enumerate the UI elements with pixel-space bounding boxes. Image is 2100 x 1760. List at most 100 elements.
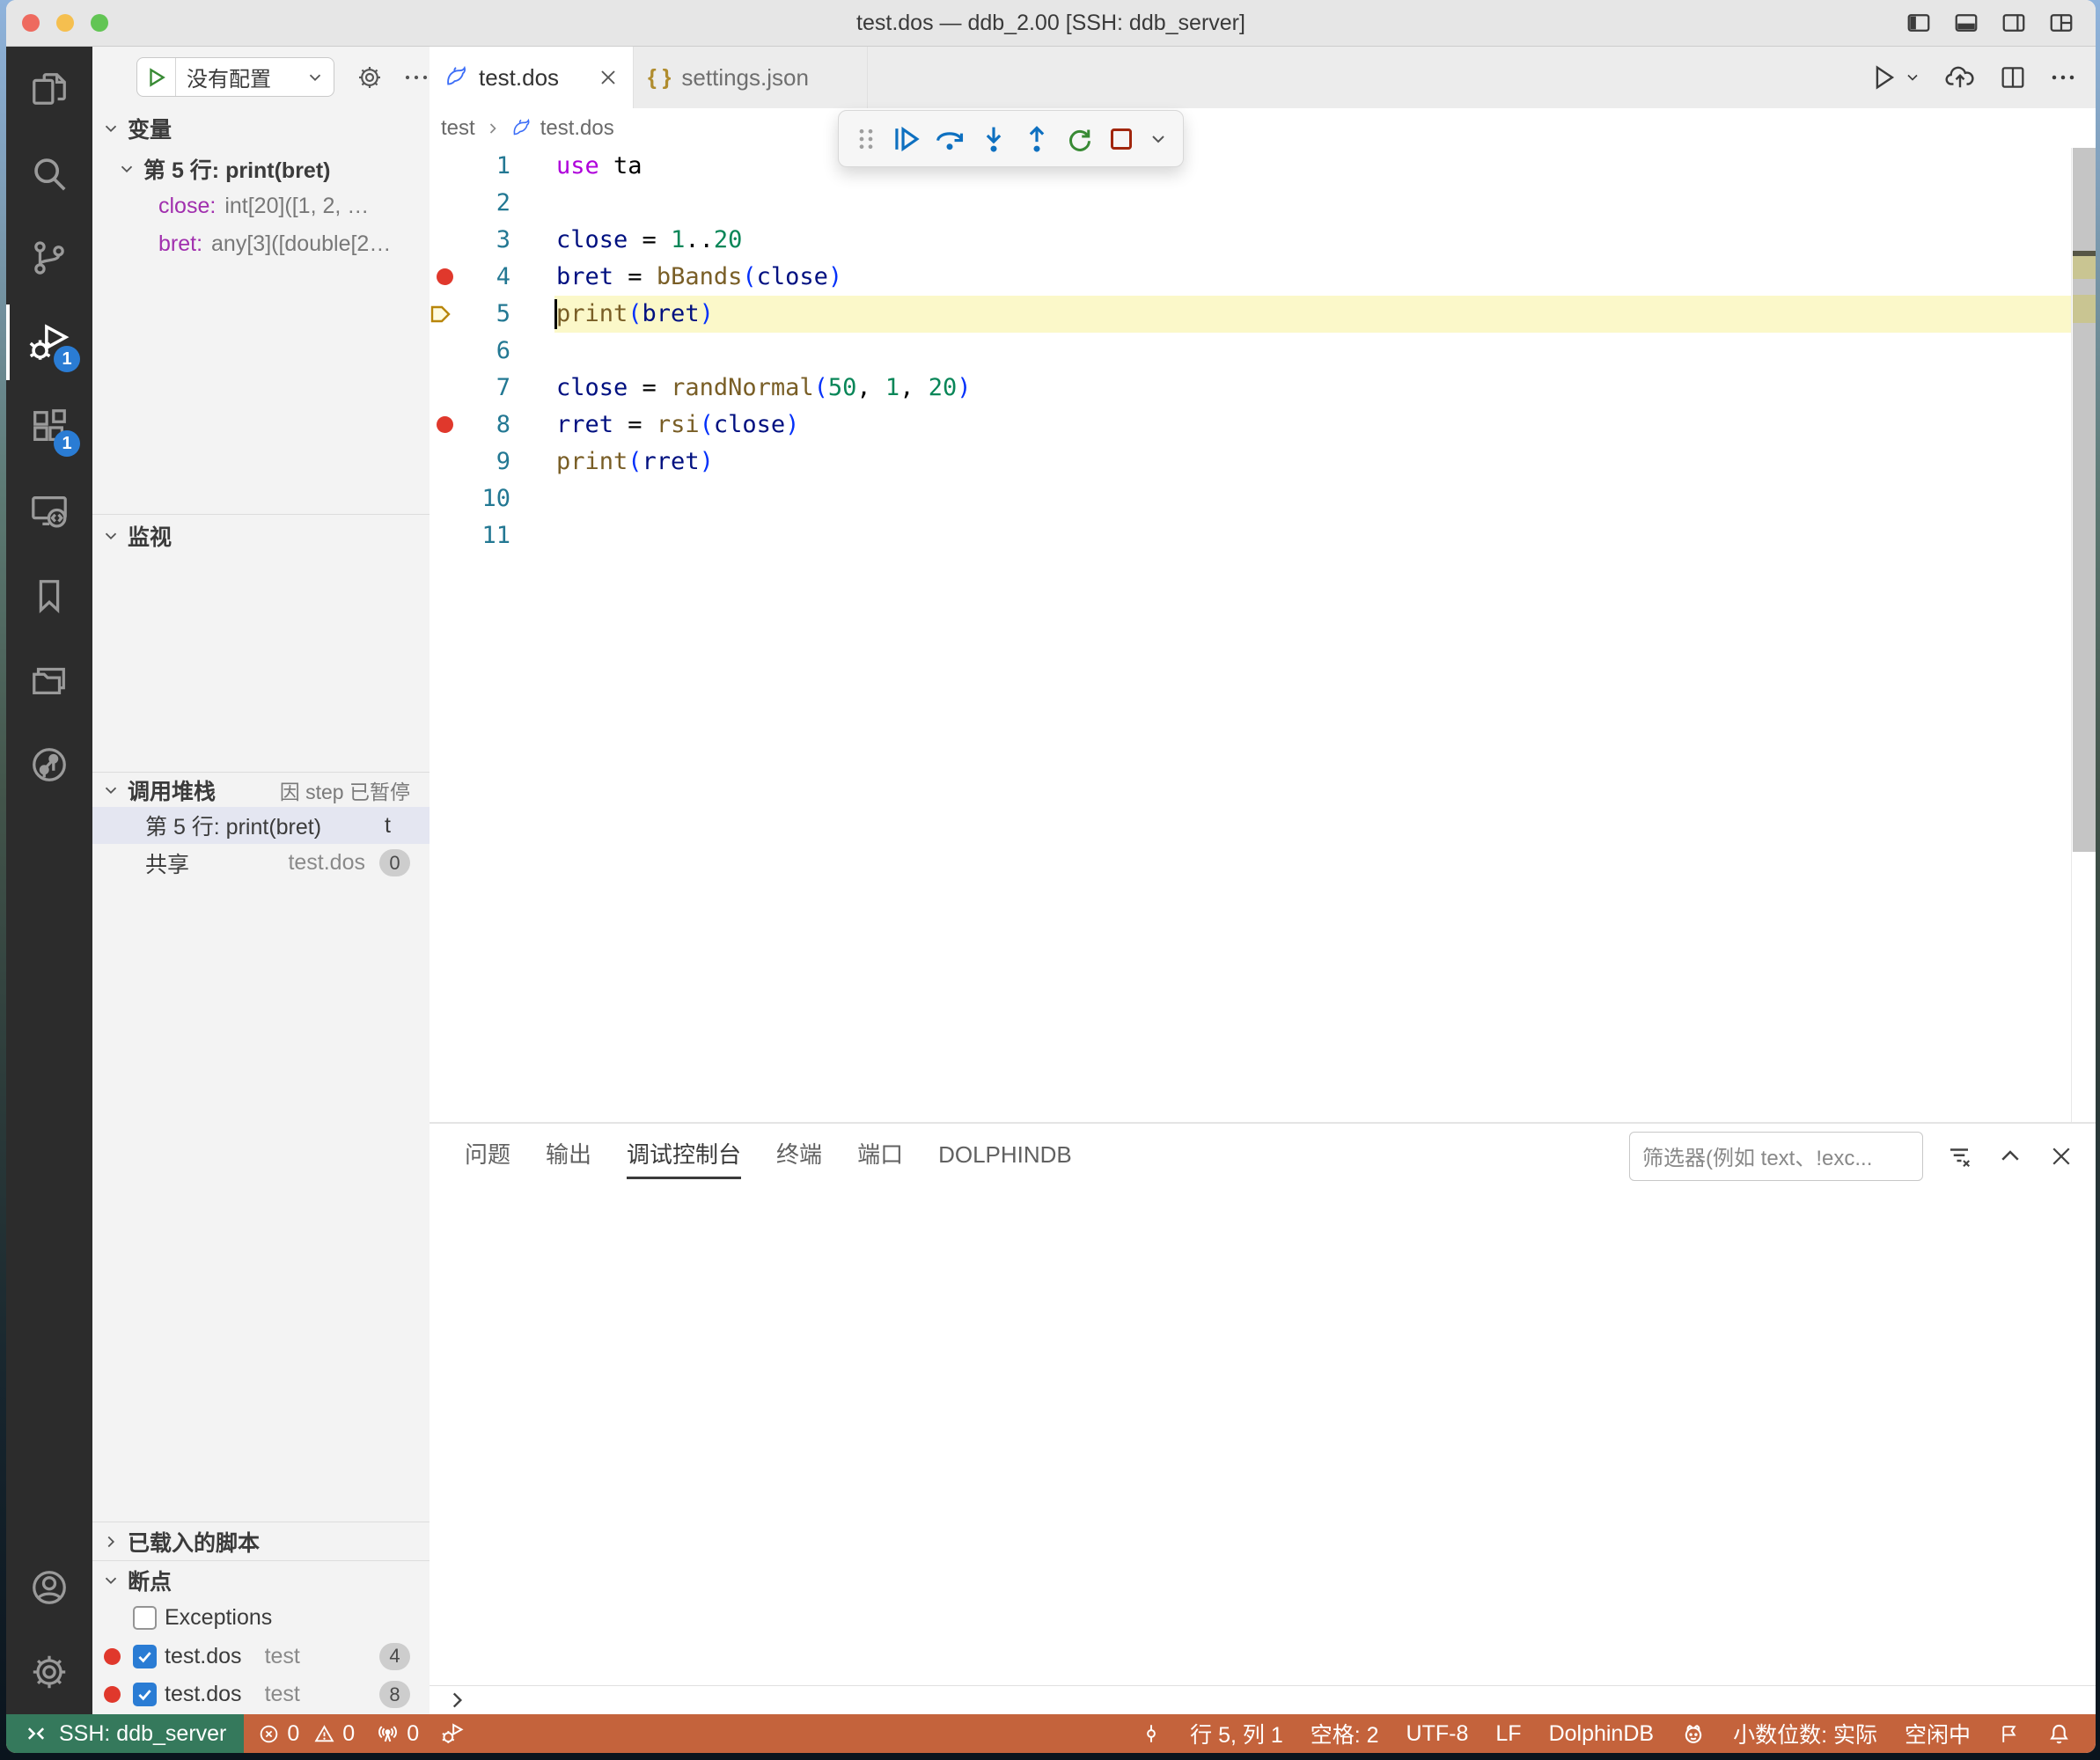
feedback-icon[interactable] [1998, 1723, 2020, 1745]
panel-tab-输出[interactable]: 输出 [546, 1133, 591, 1179]
run-file-button[interactable] [1869, 62, 1921, 92]
remote-indicator[interactable]: SSH: ddb_server [6, 1714, 244, 1753]
step-into-button[interactable] [977, 122, 1010, 156]
breakpoint-row[interactable]: test.dos test 8 [92, 1676, 430, 1713]
variables-scope-row[interactable]: 第 5 行: print(bret) [92, 150, 430, 187]
split-editor-icon[interactable] [1999, 63, 2027, 92]
gutter[interactable] [430, 444, 459, 480]
sidebar-item-folders[interactable] [6, 638, 92, 722]
settings-gear-icon[interactable] [6, 1630, 92, 1714]
gutter[interactable] [430, 333, 459, 370]
ports-status[interactable]: 0 [376, 1721, 419, 1747]
code-line[interactable]: 4bret = bBands(close) [430, 259, 2096, 296]
breakpoint-icon[interactable] [430, 259, 459, 296]
debug-config-dropdown[interactable]: 没有配置 [136, 57, 334, 97]
filter-icon[interactable] [1946, 1143, 1972, 1170]
debug-settings-gear-icon[interactable] [356, 63, 384, 92]
tab-settings-json[interactable]: { } settings.json [634, 47, 868, 108]
encoding[interactable]: UTF-8 [1406, 1721, 1469, 1747]
code-editor[interactable]: 1use ta23close = 1..204bret = bBands(clo… [430, 148, 2096, 1122]
upload-icon[interactable] [1944, 62, 1976, 93]
code-line[interactable]: 9print(rret) [430, 444, 2096, 480]
step-over-button[interactable] [933, 122, 966, 156]
breakpoint-checkbox[interactable] [133, 1683, 157, 1706]
stop-button[interactable] [1105, 123, 1137, 155]
breakpoint-row[interactable]: test.dos test 4 [92, 1637, 430, 1676]
code-line[interactable]: 8rret = rsi(close) [430, 407, 2096, 444]
idle-status[interactable]: 空闲中 [1905, 1718, 1971, 1749]
close-panel-icon[interactable] [2048, 1143, 2074, 1170]
variable-row[interactable]: bret: any[3]([double[2… [92, 225, 430, 263]
step-out-button[interactable] [1020, 122, 1054, 156]
sidebar-item-source-control[interactable] [6, 216, 92, 300]
commit-icon[interactable] [1140, 1722, 1163, 1745]
chevron-down-icon[interactable] [1148, 128, 1169, 150]
eol[interactable]: LF [1495, 1721, 1521, 1747]
section-watch[interactable]: 监视 [92, 514, 430, 556]
breakpoint-icon[interactable] [430, 407, 459, 444]
toggle-panel-icon[interactable] [1953, 10, 1979, 36]
panel-tab-DOLPHINDB[interactable]: DOLPHINDB [938, 1133, 1072, 1179]
sidebar-item-extensions[interactable]: 1 [6, 385, 92, 469]
problems-status[interactable]: 0 0 [258, 1721, 355, 1747]
maximize-window-button[interactable] [91, 14, 108, 32]
section-variables[interactable]: 变量 [92, 107, 430, 150]
customize-layout-icon[interactable] [2048, 10, 2074, 36]
notifications-bell-icon[interactable] [2047, 1722, 2071, 1746]
drag-handle-icon[interactable] [853, 126, 879, 152]
call-stack-thread[interactable]: 共享 test.dos 0 [92, 844, 430, 882]
panel-tab-终端[interactable]: 终端 [776, 1133, 822, 1179]
debug-status-icon[interactable] [440, 1721, 465, 1746]
debug-console-filter-input[interactable]: 筛选器(例如 text、!exc... [1629, 1132, 1923, 1181]
gutter[interactable] [430, 480, 459, 517]
sidebar-item-run-debug[interactable]: 1 [6, 300, 92, 385]
tab-test-dos[interactable]: test.dos [430, 47, 634, 108]
sidebar-item-bookmarks[interactable] [6, 554, 92, 638]
maximize-panel-icon[interactable] [1997, 1143, 2023, 1170]
breadcrumb[interactable]: test test.dos [430, 108, 2096, 148]
close-window-button[interactable] [22, 14, 40, 32]
panel-tab-调试控制台[interactable]: 调试控制台 [627, 1133, 741, 1179]
panel-tab-端口[interactable]: 端口 [857, 1133, 903, 1179]
code-line[interactable]: 2 [430, 185, 2096, 222]
sidebar-item-explorer[interactable] [6, 47, 92, 131]
decimals-setting[interactable]: 小数位数: 实际 [1733, 1718, 1877, 1749]
sidebar-item-network[interactable] [6, 722, 92, 807]
editor-scrollbar[interactable] [2071, 148, 2096, 1122]
accounts-icon[interactable] [6, 1545, 92, 1630]
sidebar-item-search[interactable] [6, 131, 92, 216]
language-mode[interactable]: DolphinDB [1549, 1721, 1655, 1747]
breakpoint-exceptions-row[interactable]: Exceptions [92, 1599, 430, 1637]
code-line[interactable]: 5print(bret) [430, 296, 2096, 333]
current-line-marker-icon[interactable] [430, 296, 459, 333]
more-actions-icon[interactable] [403, 64, 430, 91]
code-line[interactable]: 1use ta [430, 148, 2096, 185]
gutter[interactable] [430, 185, 459, 222]
dolphindb-icon[interactable] [1681, 1721, 1706, 1746]
restart-button[interactable] [1064, 123, 1096, 155]
code-line[interactable]: 7close = randNormal(50, 1, 20) [430, 370, 2096, 407]
code-line[interactable]: 3close = 1..20 [430, 222, 2096, 259]
debug-console-input[interactable] [430, 1685, 2096, 1714]
breakpoint-checkbox[interactable] [133, 1645, 157, 1668]
gutter[interactable] [430, 517, 459, 554]
panel-tab-问题[interactable]: 问题 [465, 1133, 510, 1179]
cursor-position[interactable]: 行 5, 列 1 [1190, 1718, 1283, 1749]
gutter[interactable] [430, 222, 459, 259]
sidebar-item-remote-explorer[interactable] [6, 469, 92, 554]
gutter[interactable] [430, 148, 459, 185]
section-loaded-scripts[interactable]: 已载入的脚本 [92, 1522, 430, 1560]
minimize-window-button[interactable] [56, 14, 74, 32]
code-line[interactable]: 10 [430, 480, 2096, 517]
code-line[interactable]: 6 [430, 333, 2096, 370]
section-breakpoints[interactable]: 断点 [92, 1560, 430, 1599]
continue-button[interactable] [890, 122, 923, 156]
gutter[interactable] [430, 370, 459, 407]
toggle-sidebar-icon[interactable] [1905, 10, 1932, 36]
exceptions-checkbox[interactable] [133, 1606, 157, 1630]
call-stack-frame[interactable]: 第 5 行: print(bret) t [92, 807, 430, 844]
indentation[interactable]: 空格: 2 [1311, 1718, 1379, 1749]
more-actions-icon[interactable] [2050, 64, 2076, 91]
toggle-secondary-sidebar-icon[interactable] [2001, 10, 2027, 36]
start-debug-icon[interactable] [137, 58, 176, 96]
